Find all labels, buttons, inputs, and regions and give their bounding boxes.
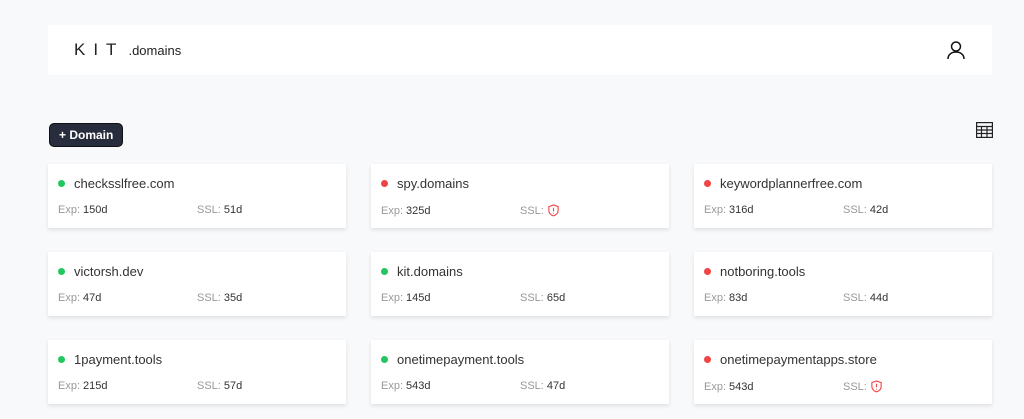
domain-meta: Exp: 543d SSL: 47d (381, 380, 659, 392)
logo-suffix: .domains (128, 43, 182, 58)
exp-value: 325d (406, 204, 431, 217)
domain-card[interactable]: keywordplannerfree.com Exp: 316d SSL: 42d (694, 164, 992, 228)
ssl-label: SSL: (843, 204, 867, 216)
status-dot-icon (381, 180, 388, 187)
domain-name: kit.domains (397, 264, 463, 279)
domain-card[interactable]: onetimepayment.tools Exp: 543d SSL: 47d (371, 340, 669, 404)
exp-label: Exp: (58, 380, 81, 392)
exp-value: 543d (406, 380, 431, 392)
exp-value: 316d (729, 204, 754, 216)
exp-label: Exp: (704, 204, 727, 216)
user-icon[interactable] (946, 40, 966, 60)
exp-label: Exp: (704, 380, 727, 393)
ssl-label: SSL: (520, 292, 544, 304)
domain-meta: Exp: 543d SSL: (704, 380, 982, 393)
domain-name: notboring.tools (720, 264, 806, 279)
domain-meta: Exp: 83d SSL: 44d (704, 292, 982, 304)
domain-card[interactable]: victorsh.dev Exp: 47d SSL: 35d (48, 252, 346, 316)
ssl-value: 42d (869, 204, 889, 216)
domain-name-row: spy.domains (381, 176, 659, 191)
domain-card[interactable]: kit.domains Exp: 145d SSL: 65d (371, 252, 669, 316)
status-dot-icon (381, 268, 388, 275)
domain-meta: Exp: 316d SSL: 42d (704, 204, 982, 216)
ssl-value: 65d (546, 292, 566, 304)
ssl-value: 47d (546, 380, 566, 392)
ssl-label: SSL: (197, 204, 221, 216)
ssl-value: 51d (223, 204, 243, 216)
domain-name: spy.domains (397, 176, 470, 191)
exp-value: 47d (83, 292, 102, 304)
status-dot-icon (58, 180, 65, 187)
domain-name-row: onetimepaymentapps.store (704, 352, 982, 367)
ssl-value: 35d (223, 292, 243, 304)
domain-grid: checksslfree.com Exp: 150d SSL: 51d spy.do… (48, 164, 992, 404)
domain-card[interactable]: checksslfree.com Exp: 150d SSL: 51d (48, 164, 346, 228)
domain-name: onetimepayment.tools (397, 352, 525, 367)
ssl-value: 57d (223, 380, 243, 392)
status-dot-icon (381, 356, 388, 363)
ssl-label: SSL: (843, 292, 867, 304)
domain-meta: Exp: 145d SSL: 65d (381, 292, 659, 304)
domain-name-row: keywordplannerfree.com (704, 176, 982, 191)
exp-label: Exp: (381, 292, 404, 304)
ssl-value: 44d (869, 292, 889, 304)
ssl-warning-shield-icon (548, 204, 559, 217)
ssl-label: SSL: (520, 380, 544, 392)
ssl-label: SSL: (197, 292, 221, 304)
exp-value: 83d (729, 292, 748, 304)
domain-card[interactable]: 1payment.tools Exp: 215d SSL: 57d (48, 340, 346, 404)
domain-name-row: onetimepayment.tools (381, 352, 659, 367)
ssl-label: SSL: (520, 204, 544, 217)
domain-name-row: 1payment.tools (58, 352, 336, 367)
exp-value: 150d (83, 204, 108, 216)
exp-label: Exp: (704, 292, 727, 304)
domain-name: victorsh.dev (74, 264, 144, 279)
domain-name-row: checksslfree.com (58, 176, 336, 191)
status-dot-icon (704, 268, 711, 275)
domain-name-row: victorsh.dev (58, 264, 336, 279)
domain-meta: Exp: 47d SSL: 35d (58, 292, 336, 304)
exp-value: 543d (729, 380, 754, 393)
domain-meta: Exp: 215d SSL: 57d (58, 380, 336, 392)
domain-card[interactable]: notboring.tools Exp: 83d SSL: 44d (694, 252, 992, 316)
logo[interactable]: KIT .domains (74, 40, 181, 60)
exp-label: Exp: (381, 380, 404, 392)
ssl-warning-shield-icon (871, 380, 882, 393)
domain-name: checksslfree.com (74, 176, 175, 191)
table-view-icon[interactable] (976, 122, 993, 138)
status-dot-icon (704, 356, 711, 363)
exp-label: Exp: (58, 204, 81, 216)
domain-name: 1payment.tools (74, 352, 163, 367)
exp-value: 145d (406, 292, 431, 304)
status-dot-icon (58, 268, 65, 275)
status-dot-icon (58, 356, 65, 363)
exp-label: Exp: (58, 292, 81, 304)
domain-name-row: kit.domains (381, 264, 659, 279)
domain-meta: Exp: 325d SSL: (381, 204, 659, 217)
domain-name: keywordplannerfree.com (720, 176, 863, 191)
domain-name-row: notboring.tools (704, 264, 982, 279)
add-domain-button[interactable]: + Domain (49, 123, 124, 147)
domain-meta: Exp: 150d SSL: 51d (58, 204, 336, 216)
domain-name: onetimepaymentapps.store (720, 352, 877, 367)
domain-card[interactable]: onetimepaymentapps.store Exp: 543d SSL: (694, 340, 992, 404)
domain-card[interactable]: spy.domains Exp: 325d SSL: (371, 164, 669, 228)
ssl-label: SSL: (197, 380, 221, 392)
top-header: KIT .domains (48, 25, 992, 75)
logo-mark: KIT (74, 40, 125, 59)
status-dot-icon (704, 180, 711, 187)
exp-value: 215d (83, 380, 108, 392)
ssl-label: SSL: (843, 380, 867, 393)
exp-label: Exp: (381, 204, 404, 217)
